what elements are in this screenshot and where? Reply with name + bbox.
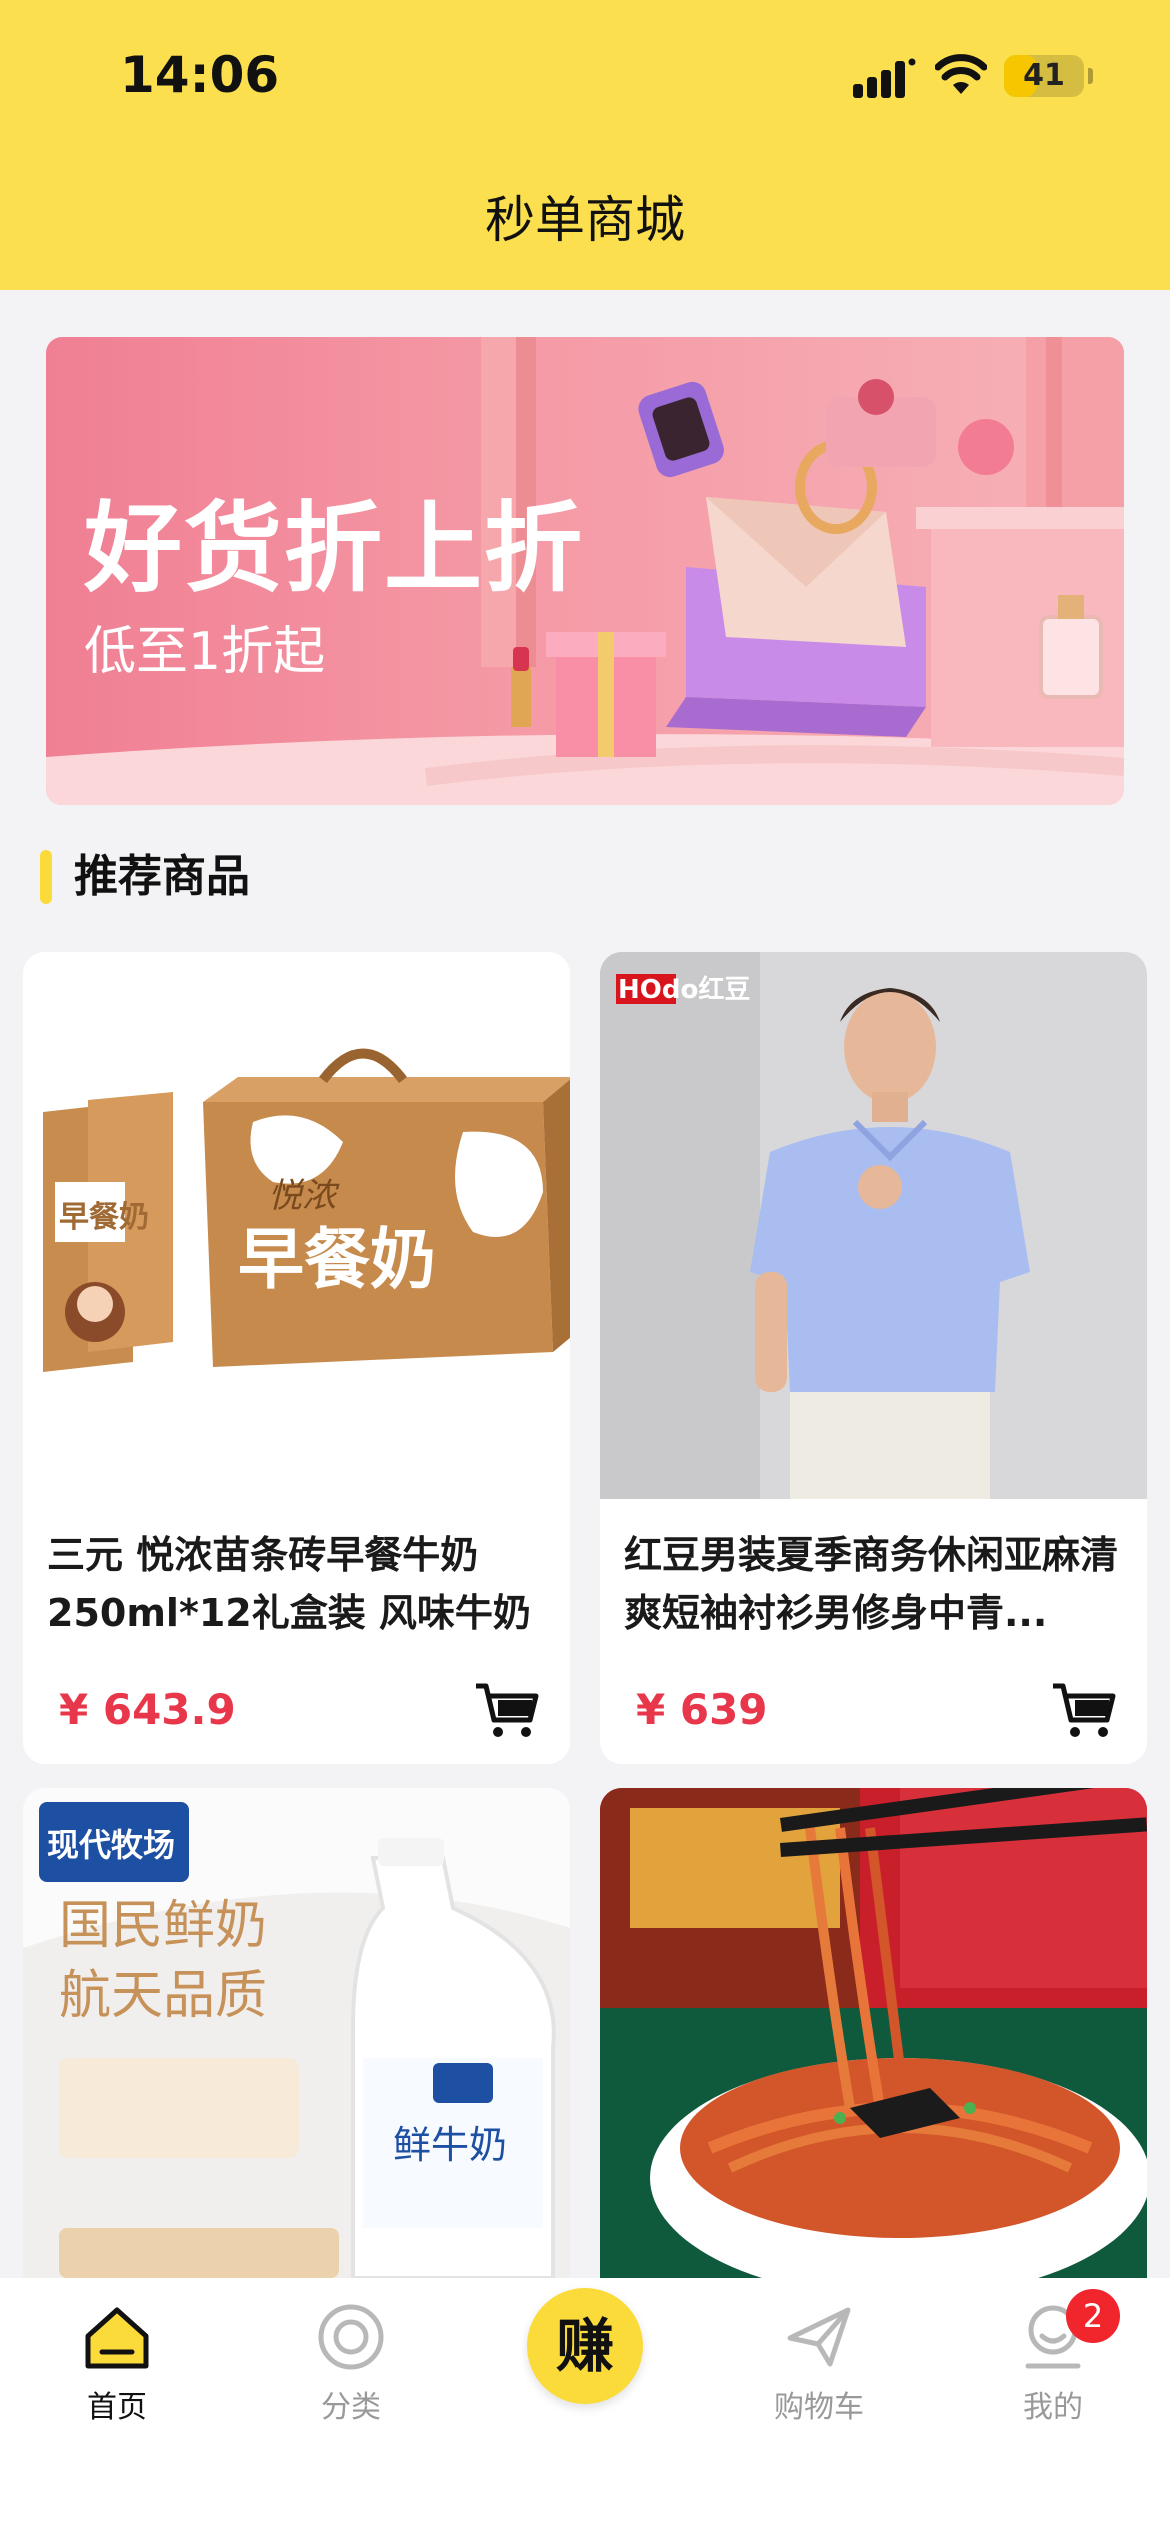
wifi-icon bbox=[935, 54, 987, 94]
product-card[interactable] bbox=[600, 1788, 1147, 2278]
product-image-noodles bbox=[600, 1788, 1147, 2278]
product-price: ¥ 643.9 bbox=[59, 1685, 236, 1734]
banner-title: 好货折上折 bbox=[84, 492, 585, 606]
product-image-milk: 早餐奶 悦浓 早餐奶 bbox=[23, 952, 570, 1499]
section-accent-bar bbox=[40, 850, 52, 904]
cellular-signal-icon bbox=[853, 58, 916, 98]
header: 14:06 41 秒单商城 bbox=[0, 0, 1170, 290]
milk-box-brand-text: 悦浓 bbox=[268, 1176, 340, 1216]
tab-label-category: 分类 bbox=[321, 2390, 381, 2425]
fresh-milk-brand: 现代牧场 bbox=[47, 1826, 175, 1864]
tab-label-profile: 我的 bbox=[1023, 2390, 1083, 2425]
home-icon bbox=[85, 2307, 149, 2369]
product-name: 三元 悦浓苗条砖早餐牛奶 250ml*12礼盒装 风味牛奶 bbox=[47, 1533, 531, 1635]
product-price: ¥ 639 bbox=[636, 1685, 768, 1734]
bottom-tab-bar: 首页 分类 赚 购物车 我的 2 bbox=[0, 2278, 1170, 2532]
banner-subtitle: 低至1折起 bbox=[84, 622, 326, 682]
product-name: 红豆男装夏季商务休闲亚麻清爽短袖衬衫男修身中青... bbox=[624, 1533, 1119, 1635]
category-icon bbox=[318, 2304, 384, 2370]
carton-product-text: 早餐奶 bbox=[59, 1200, 149, 1235]
battery-cap bbox=[1088, 68, 1093, 84]
tab-category[interactable]: 分类 bbox=[234, 2278, 468, 2438]
product-card[interactable]: HOdo红豆 红豆男装夏季商务休闲亚麻清爽短袖衬衫男修身中青... ¥ 639 bbox=[600, 952, 1147, 1764]
tab-cart[interactable]: 购物车 bbox=[702, 2278, 936, 2438]
status-bar: 14:06 41 bbox=[0, 0, 1170, 150]
product-image-fresh-milk: 现代牧场 国民鲜奶 航天品质 鲜牛奶 bbox=[23, 1788, 570, 2278]
cart-tab-icon bbox=[787, 2307, 851, 2367]
tab-home[interactable]: 首页 bbox=[0, 2278, 234, 2438]
tab-label-home: 首页 bbox=[87, 2390, 147, 2425]
battery-indicator: 41 bbox=[1004, 55, 1084, 97]
product-image-shirt: HOdo红豆 bbox=[600, 952, 1147, 1499]
product-card[interactable]: 早餐奶 悦浓 早餐奶 三元 悦浓苗条砖早餐牛奶 250ml*12礼盒装 风味牛奶… bbox=[23, 952, 570, 1764]
earn-button[interactable]: 赚 bbox=[527, 2288, 643, 2404]
fresh-milk-slogan-2: 航天品质 bbox=[59, 1966, 267, 2026]
shirt-brand-logo: HOdo红豆 bbox=[618, 974, 750, 1005]
fresh-milk-bottle-label: 鲜牛奶 bbox=[393, 2123, 507, 2167]
product-card[interactable]: 现代牧场 国民鲜奶 航天品质 鲜牛奶 bbox=[23, 1788, 570, 2278]
milk-box-product-text: 早餐奶 bbox=[238, 1221, 436, 1298]
battery-level: 41 bbox=[1023, 58, 1065, 93]
status-time: 14:06 bbox=[120, 46, 280, 104]
add-to-cart-icon[interactable] bbox=[474, 1680, 540, 1740]
add-to-cart-icon[interactable] bbox=[1051, 1680, 1117, 1740]
tab-label-cart: 购物车 bbox=[774, 2390, 864, 2425]
promo-banner[interactable]: 好货折上折 低至1折起 bbox=[46, 337, 1124, 805]
section-title: 推荐商品 bbox=[74, 851, 250, 902]
tab-profile[interactable]: 我的 bbox=[936, 2278, 1170, 2438]
fresh-milk-slogan-1: 国民鲜奶 bbox=[59, 1896, 267, 1956]
notification-badge: 2 bbox=[1066, 2289, 1120, 2343]
page-title: 秒单商城 bbox=[485, 191, 685, 249]
